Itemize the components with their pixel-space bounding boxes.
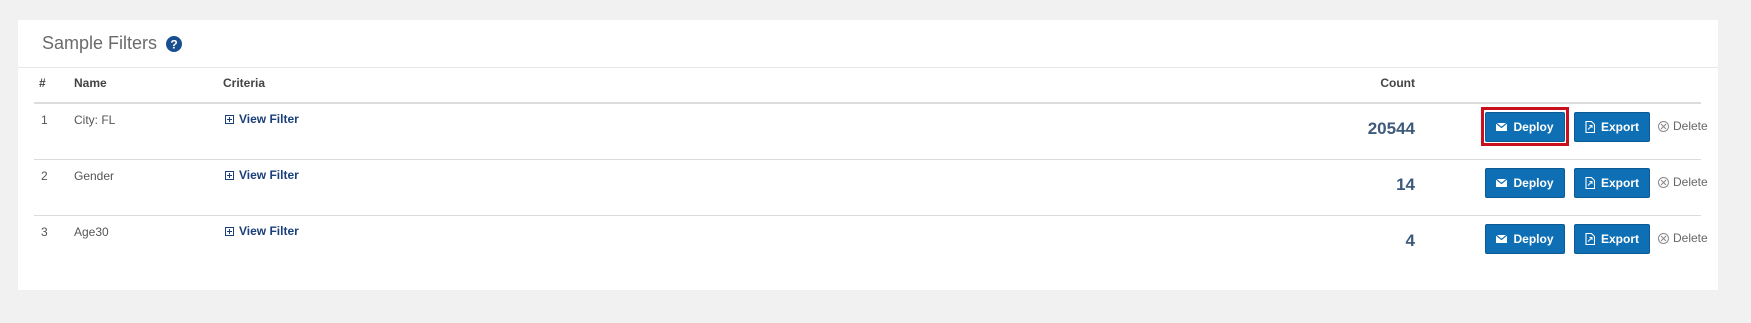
plus-square-icon [225,170,234,180]
file-export-icon [1585,177,1595,189]
row-count: 20544 [1367,119,1415,138]
svg-text:?: ? [170,37,177,51]
row-number: 3 [41,225,48,239]
times-circle-icon [1658,232,1669,244]
plus-square-icon [225,114,234,124]
envelope-icon [1496,235,1508,243]
row-number: 2 [41,169,48,183]
deploy-label: Deploy [1513,120,1554,134]
header-count: Count [1380,76,1415,90]
plus-square-icon [225,226,234,236]
row-name: Gender [74,169,115,183]
envelope-icon [1496,123,1508,131]
deploy-button[interactable]: Deploy [1485,168,1565,198]
delete-label: Delete [1673,119,1708,133]
deploy-label: Deploy [1513,176,1554,190]
export-label: Export [1600,232,1639,246]
view-filter-link[interactable]: View Filter [225,224,299,238]
table-row: 1 City: FL View Filter 20544 Deploy Expo… [34,104,1708,160]
export-label: Export [1600,176,1639,190]
panel-title: Sample Filters ? [42,33,183,54]
question-circle-icon[interactable]: ? [166,35,183,52]
delete-label: Delete [1673,175,1708,189]
delete-label: Delete [1673,231,1708,245]
file-export-icon [1585,121,1595,133]
times-circle-icon [1658,176,1669,188]
sample-filters-panel: Sample Filters ? # Name Criteria Count 1… [18,20,1718,290]
table-header: # Name Criteria Count [34,76,1701,104]
row-count: 4 [1405,231,1415,250]
row-name: Age30 [74,225,109,239]
table-row: 3 Age30 View Filter 4 Deploy Export Dele… [34,216,1708,271]
filters-table: # Name Criteria Count 1 City: FL View Fi… [34,76,1708,271]
file-export-icon [1585,233,1595,245]
times-circle-icon [1658,120,1669,132]
delete-link[interactable]: Delete [1658,175,1708,189]
header-criteria: Criteria [223,76,266,90]
row-name: City: FL [74,113,116,127]
view-filter-label: View Filter [239,168,299,182]
delete-link[interactable]: Delete [1658,119,1708,133]
deploy-button[interactable]: Deploy [1485,224,1565,254]
export-label: Export [1600,120,1639,134]
row-count: 14 [1396,175,1415,194]
table-row: 2 Gender View Filter 14 Deploy Export De… [34,160,1708,216]
view-filter-link[interactable]: View Filter [225,168,299,182]
row-number: 1 [41,113,48,127]
view-filter-label: View Filter [239,224,299,238]
export-button[interactable]: Export [1574,168,1650,198]
panel-title-text: Sample Filters [42,33,158,53]
deploy-label: Deploy [1513,232,1554,246]
export-button[interactable]: Export [1574,112,1650,142]
title-divider [18,67,1718,68]
view-filter-link[interactable]: View Filter [225,112,299,126]
header-name: Name [74,76,107,90]
envelope-icon [1496,179,1508,187]
header-number: # [39,76,46,90]
export-button[interactable]: Export [1574,224,1650,254]
view-filter-label: View Filter [239,112,299,126]
deploy-button[interactable]: Deploy [1485,112,1565,142]
delete-link[interactable]: Delete [1658,231,1708,245]
